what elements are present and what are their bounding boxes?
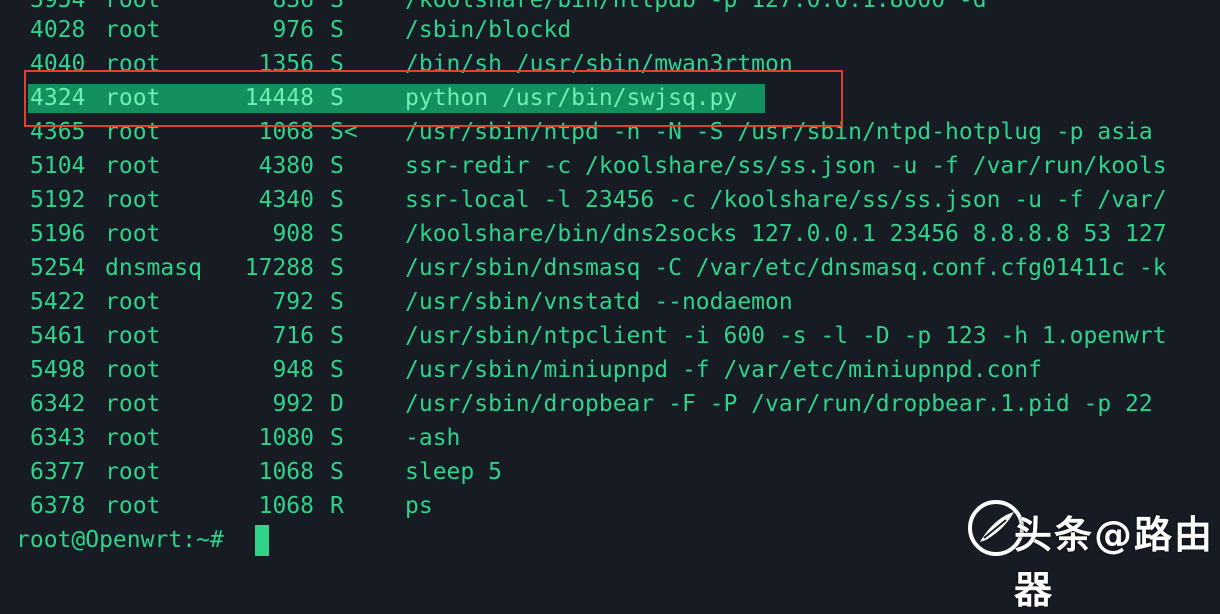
vsz-cell: 716 [272, 323, 314, 349]
process-row: 5104 root 4380 S ssr-redir -c /koolshare… [0, 149, 1220, 183]
pid-cell: 5422 [30, 289, 86, 315]
vsz-cell: 17288 [244, 255, 314, 281]
user-cell: root [105, 289, 161, 315]
pid-cell: 4028 [30, 17, 86, 43]
terminal-window[interactable]: 3954 root 836 S /koolshare/bin/httpdb -p… [0, 0, 1220, 612]
user-cell: root [105, 221, 161, 247]
user-cell: root [105, 323, 161, 349]
user-cell: root [105, 17, 161, 43]
stat-cell: S [330, 425, 344, 451]
command-cell: /sbin/blockd [405, 17, 572, 43]
stat-cell: S [330, 255, 344, 281]
stat-cell: D [330, 391, 344, 417]
stat-cell: R [330, 493, 344, 519]
user-cell: root [105, 459, 161, 485]
vsz-cell: 792 [272, 289, 314, 315]
command-cell: ssr-local -l 23456 -c /koolshare/ss/ss.j… [405, 187, 1167, 213]
pid-cell: 5192 [30, 187, 86, 213]
user-cell: root [105, 153, 161, 179]
command-cell: /koolshare/bin/dns2socks 127.0.0.1 23456… [405, 221, 1167, 247]
command-cell: sleep 5 [405, 459, 502, 485]
user-cell: root [105, 425, 161, 451]
command-cell: /usr/sbin/miniupnpd -f /var/etc/miniupnp… [405, 357, 1042, 383]
vsz-cell: 908 [272, 221, 314, 247]
stat-cell: S [330, 153, 344, 179]
process-row: 5498 root 948 S /usr/sbin/miniupnpd -f /… [0, 353, 1220, 387]
stat-cell: S [330, 357, 344, 383]
vsz-cell: 4380 [258, 153, 314, 179]
user-cell: root [105, 187, 161, 213]
user-cell: root [105, 391, 161, 417]
command-cell: /usr/sbin/vnstatd --nodaemon [405, 289, 793, 315]
process-row: 6342 root 992 D /usr/sbin/dropbear -F -P… [0, 387, 1220, 421]
stat-cell: S [330, 17, 344, 43]
pid-cell: 6377 [30, 459, 86, 485]
text-cursor[interactable] [255, 525, 269, 556]
pid-cell: 5498 [30, 357, 86, 383]
pid-cell: 5196 [30, 221, 86, 247]
user-cell: root [105, 493, 161, 519]
process-row: 5422 root 792 S /usr/sbin/vnstatd --noda… [0, 285, 1220, 319]
pid-cell: 6378 [30, 493, 86, 519]
pid-cell: 5254 [30, 255, 86, 281]
vsz-cell: 1080 [258, 425, 314, 451]
command-cell: /usr/sbin/dropbear -F -P /var/run/dropbe… [405, 391, 1153, 417]
process-row: 6377 root 1068 S sleep 5 [0, 455, 1220, 489]
shell-prompt: root@Openwrt:~# [16, 527, 238, 553]
pid-cell: 6343 [30, 425, 86, 451]
command-cell: -ash [405, 425, 461, 451]
watermark: 头条@路由器 [966, 498, 1216, 612]
vsz-cell: 948 [272, 357, 314, 383]
stat-cell: S [330, 187, 344, 213]
process-row: 5196 root 908 S /koolshare/bin/dns2socks… [0, 217, 1220, 251]
vsz-cell: 976 [272, 17, 314, 43]
command-cell: ssr-redir -c /koolshare/ss/ss.json -u -f… [405, 153, 1167, 179]
command-cell: /usr/sbin/dnsmasq -C /var/etc/dnsmasq.co… [405, 255, 1167, 281]
pid-cell: 6342 [30, 391, 86, 417]
annotation-highlight-box [24, 70, 843, 127]
watermark-text: 头条@路由器 [1014, 513, 1215, 612]
command-cell: ps [405, 493, 433, 519]
vsz-cell: 1068 [258, 493, 314, 519]
pid-cell: 5461 [30, 323, 86, 349]
stat-cell: S [330, 289, 344, 315]
process-row: 5254 dnsmasq 17288 S /usr/sbin/dnsmasq -… [0, 251, 1220, 285]
process-row: 4028 root 976 S /sbin/blockd [0, 13, 1220, 47]
pid-cell: 5104 [30, 153, 86, 179]
stat-cell: S [330, 323, 344, 349]
vsz-cell: 992 [272, 391, 314, 417]
command-cell: /usr/sbin/ntpclient -i 600 -s -l -D -p 1… [405, 323, 1167, 349]
vsz-cell: 1068 [258, 459, 314, 485]
stat-cell: S [330, 221, 344, 247]
process-row: 5192 root 4340 S ssr-local -l 23456 -c /… [0, 183, 1220, 217]
process-row: 6343 root 1080 S -ash [0, 421, 1220, 455]
user-cell: dnsmasq [105, 255, 202, 281]
stat-cell: S [330, 459, 344, 485]
user-cell: root [105, 357, 161, 383]
process-row: 5461 root 716 S /usr/sbin/ntpclient -i 6… [0, 319, 1220, 353]
vsz-cell: 4340 [258, 187, 314, 213]
